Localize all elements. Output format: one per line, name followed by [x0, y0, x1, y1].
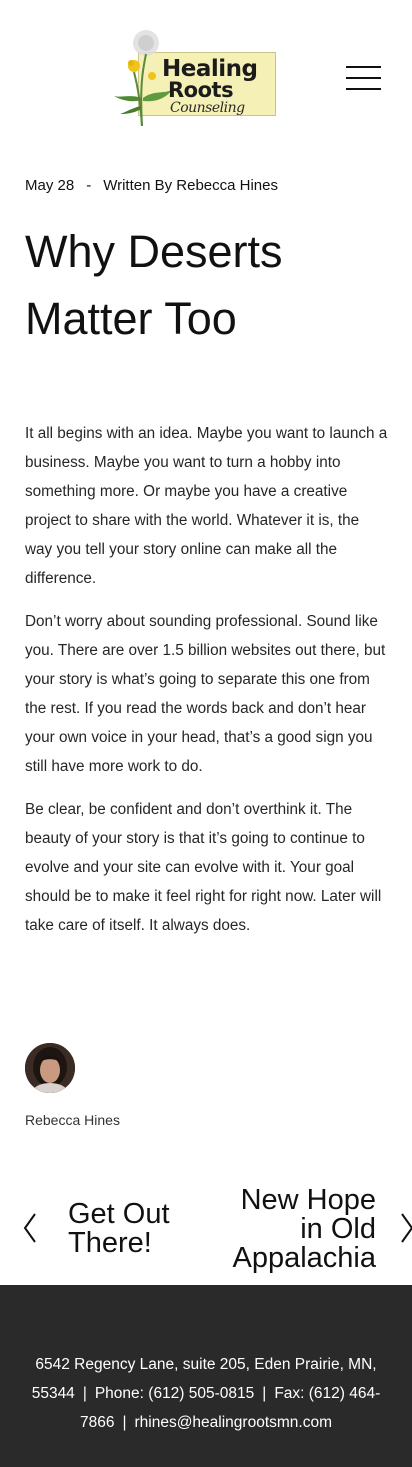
author-avatar[interactable]	[25, 1043, 75, 1093]
post-paragraph: Don’t worry about sounding professional.…	[25, 613, 386, 775]
author-name[interactable]: Rebecca Hines	[25, 1112, 120, 1128]
post-byline[interactable]: Written By Rebecca Hines	[103, 177, 278, 194]
meta-separator: -	[86, 177, 92, 194]
menu-bar	[346, 88, 381, 90]
footer-contact-info: 6542 Regency Lane, suite 205, Eden Prair…	[22, 1350, 390, 1437]
post-paragraph: Be clear, be confident and don’t overthi…	[25, 801, 382, 934]
previous-post-title: Get Out There!	[68, 1200, 198, 1258]
footer-divider: |	[262, 1385, 267, 1402]
logo-text-roots: Roots	[168, 78, 234, 102]
post-meta: May 28- Written By Rebecca Hines	[25, 177, 278, 194]
previous-post-title-line: There!	[68, 1227, 152, 1259]
next-post-link[interactable]: New Hope in Old Appalachia	[200, 1182, 412, 1282]
footer-phone[interactable]: Phone: (612) 505-0815	[95, 1385, 254, 1402]
previous-post-title-line: Get Out	[68, 1198, 170, 1230]
hamburger-menu-icon[interactable]	[340, 62, 386, 94]
footer-email[interactable]: rhines@healingrootsmn.com	[134, 1414, 332, 1431]
post-body: It all begins with an idea. Maybe you wa…	[25, 419, 390, 954]
chevron-right-icon	[401, 1213, 412, 1243]
footer-divider: |	[82, 1385, 87, 1402]
next-post-title: New Hope in Old Appalachia	[196, 1184, 377, 1274]
author-photo-icon	[25, 1043, 75, 1093]
site-header: Healing Roots Counseling	[0, 0, 412, 150]
post-title-line: Why Deserts	[25, 226, 283, 277]
previous-post-link[interactable]: Get Out There!	[0, 1188, 200, 1278]
chevron-left-icon	[23, 1213, 36, 1243]
post-title-line: Matter Too	[25, 293, 237, 344]
site-footer: 6542 Regency Lane, suite 205, Eden Prair…	[0, 1285, 412, 1467]
post-date: May 28	[25, 177, 75, 194]
post-paragraph: It all begins with an idea. Maybe you wa…	[25, 425, 388, 587]
post-title: Why Deserts Matter Too	[25, 218, 395, 352]
healing-roots-logo[interactable]: Healing Roots Counseling	[112, 28, 278, 132]
menu-bar	[346, 77, 381, 79]
next-post-title-line: Appalachia	[232, 1242, 377, 1274]
footer-divider: |	[122, 1414, 127, 1431]
next-post-title-line: in Old	[300, 1213, 376, 1245]
logo-text-counseling: Counseling	[170, 100, 245, 116]
menu-bar	[346, 66, 381, 68]
next-post-title-line: New Hope	[240, 1184, 376, 1216]
